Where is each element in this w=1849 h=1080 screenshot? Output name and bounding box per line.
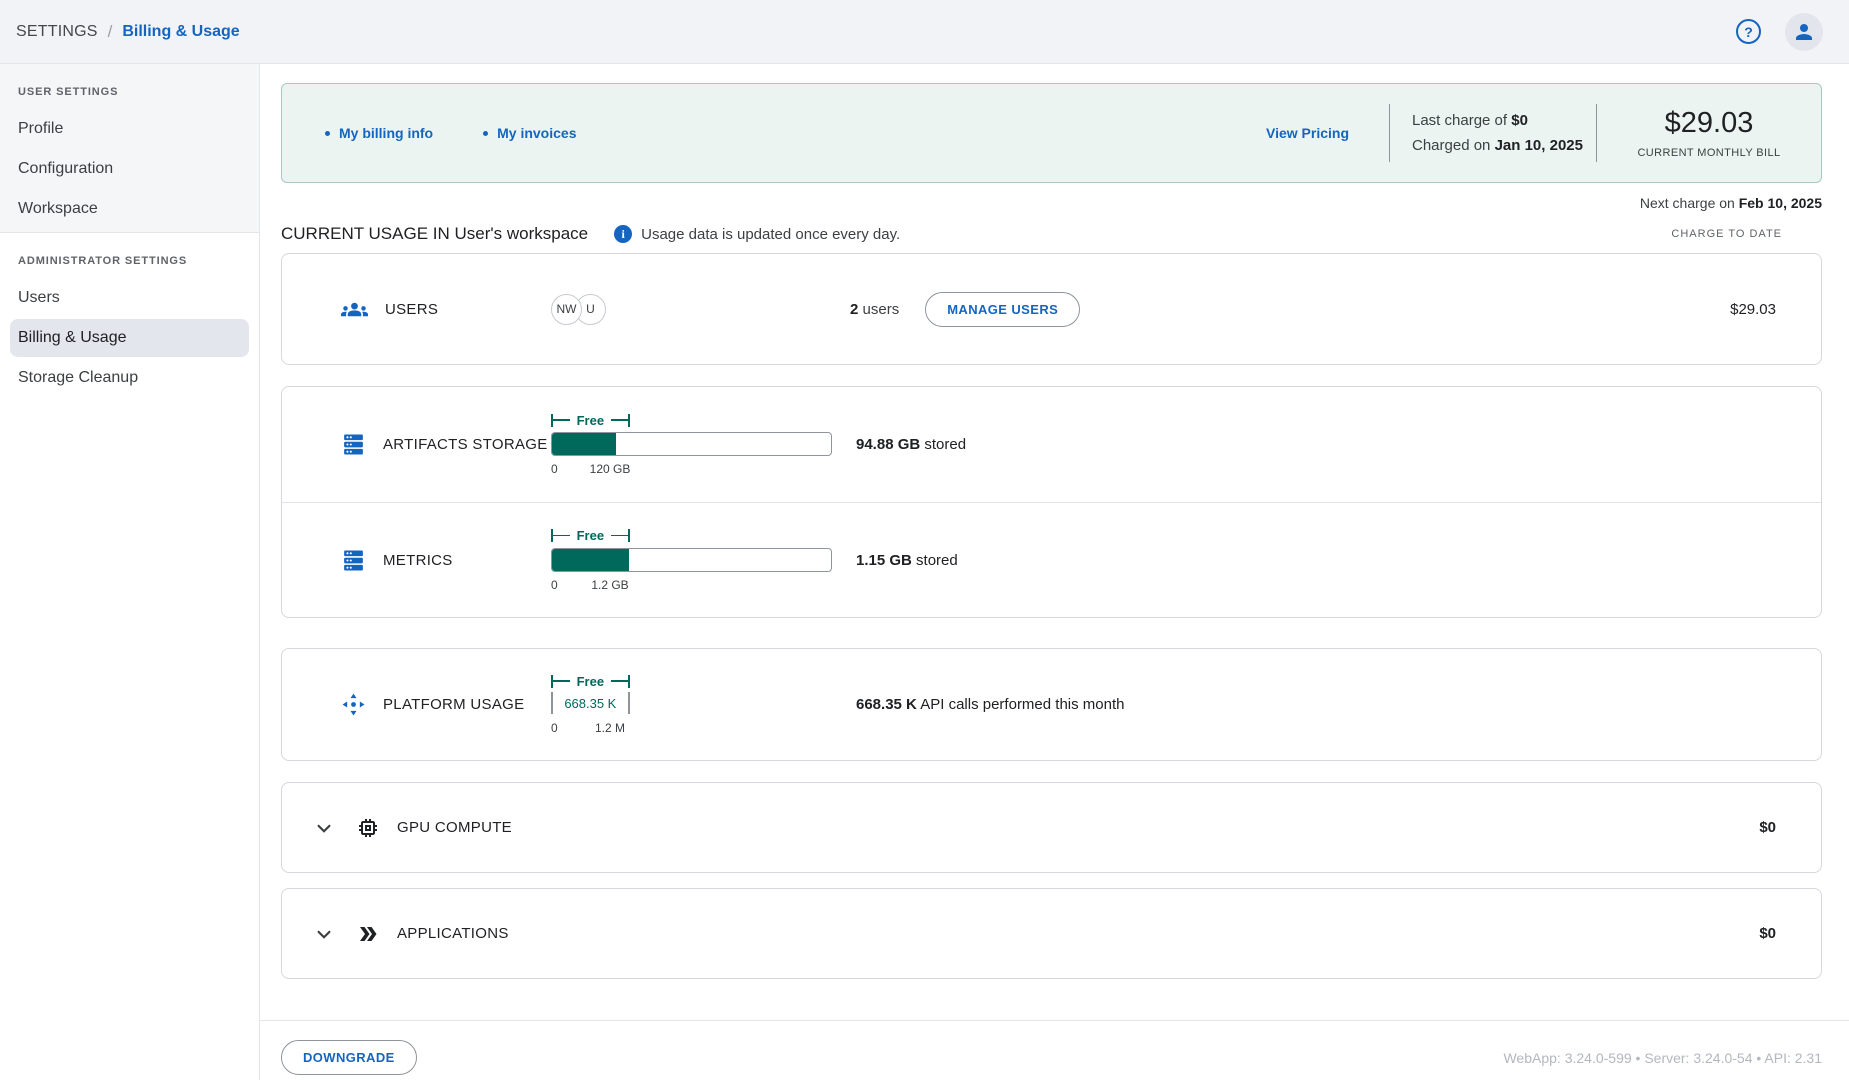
administrator-settings-header: ADMINISTRATOR SETTINGS xyxy=(10,243,249,277)
sidebar-item-workspace[interactable]: Workspace xyxy=(10,190,249,228)
applications-label: APPLICATIONS xyxy=(397,925,509,942)
breadcrumb-settings[interactable]: SETTINGS xyxy=(16,23,98,41)
sidebar-item-configuration[interactable]: Configuration xyxy=(10,150,249,188)
artifacts-storage-label: ARTIFACTS STORAGE xyxy=(383,436,548,453)
metrics-label: METRICS xyxy=(383,552,453,569)
metrics-progress-bar xyxy=(551,548,832,572)
platform-progress: Free 668.35 K 0 1.2 M xyxy=(551,673,832,736)
metrics-stored-value: 1.15 GB stored xyxy=(856,552,958,569)
current-monthly-bill: $29.03 CURRENT MONTHLY BILL xyxy=(1597,107,1821,159)
view-pricing-link[interactable]: View Pricing xyxy=(1266,125,1349,141)
free-tier-bracket: Free xyxy=(551,412,630,428)
next-charge-text: Next charge on Feb 10, 2025 xyxy=(281,195,1822,211)
bullet-icon xyxy=(325,131,330,136)
platform-usage-icon xyxy=(341,692,366,717)
artifacts-storage-row: ARTIFACTS STORAGE Free 0 120 GB xyxy=(282,387,1821,502)
chevron-down-icon[interactable] xyxy=(311,815,337,841)
sidebar-item-billing-usage[interactable]: Billing & Usage xyxy=(10,319,249,357)
top-bar: SETTINGS / Billing & Usage ? xyxy=(0,0,1849,64)
storage-usage-card: ARTIFACTS STORAGE Free 0 120 GB xyxy=(281,386,1822,618)
my-billing-info-link[interactable]: My billing info xyxy=(325,125,433,141)
gpu-compute-charge: $0 xyxy=(1759,819,1821,836)
usage-info-text: Usage data is updated once every day. xyxy=(641,226,900,243)
downgrade-button[interactable]: DOWNGRADE xyxy=(281,1040,417,1075)
breadcrumb-separator: / xyxy=(108,22,113,42)
artifacts-progress-bar xyxy=(551,432,832,456)
help-icon[interactable]: ? xyxy=(1736,19,1761,44)
page-footer: DOWNGRADE WebApp: 3.24.0-599 • Server: 3… xyxy=(260,1020,1849,1075)
breadcrumb: SETTINGS / Billing & Usage xyxy=(16,22,240,42)
settings-sidebar: USER SETTINGS Profile Configuration Work… xyxy=(0,64,260,1080)
user-avatar-button[interactable] xyxy=(1785,13,1823,51)
avatar-chip: NW xyxy=(551,294,582,325)
tick-zero: 0 xyxy=(551,721,558,735)
tick-max: 1.2 GB xyxy=(591,578,628,592)
last-charge-info: Last charge of $0 Charged on Jan 10, 202… xyxy=(1390,108,1596,158)
users-usage-card: USERS NW U 2 users MANAGE USERS $29.03 xyxy=(281,253,1822,365)
applications-icon xyxy=(356,922,380,946)
users-icon xyxy=(341,296,368,323)
artifacts-stored-value: 94.88 GB stored xyxy=(856,436,966,453)
metrics-row: METRICS Free 0 1.2 GB xyxy=(282,502,1821,617)
billing-banner: My billing info My invoices View Pricing… xyxy=(281,83,1822,183)
tick-zero: 0 xyxy=(551,578,558,592)
breadcrumb-current-page: Billing & Usage xyxy=(122,23,239,41)
storage-icon xyxy=(341,548,366,573)
tick-zero: 0 xyxy=(551,462,558,476)
sidebar-item-profile[interactable]: Profile xyxy=(10,110,249,148)
charge-to-date-header: CHARGE TO DATE xyxy=(1671,228,1822,240)
platform-current-value: 668.35 K xyxy=(551,691,630,715)
gpu-compute-label: GPU COMPUTE xyxy=(397,819,512,836)
user-avatars: NW U xyxy=(551,294,606,325)
applications-charge: $0 xyxy=(1759,925,1821,942)
chevron-down-icon[interactable] xyxy=(311,921,337,947)
api-calls-value: 668.35 K API calls performed this month xyxy=(856,696,1124,713)
applications-card: APPLICATIONS $0 xyxy=(281,888,1822,979)
free-tier-bracket: Free xyxy=(551,673,630,689)
bill-caption: CURRENT MONTHLY BILL xyxy=(1597,147,1821,159)
users-charge: $29.03 xyxy=(1730,301,1821,318)
version-info: WebApp: 3.24.0-599 • Server: 3.24.0-54 •… xyxy=(1503,1050,1822,1066)
free-tier-bracket: Free xyxy=(551,528,630,544)
platform-usage-label: PLATFORM USAGE xyxy=(383,696,524,713)
current-usage-title: CURRENT USAGE IN User's workspace xyxy=(281,224,588,244)
users-row-label: USERS xyxy=(385,301,438,318)
storage-icon xyxy=(341,432,366,457)
platform-usage-card: PLATFORM USAGE Free 668.35 K 0 1.2 M xyxy=(281,648,1822,761)
manage-users-button[interactable]: MANAGE USERS xyxy=(925,292,1080,327)
gpu-compute-card: GPU COMPUTE $0 xyxy=(281,782,1822,873)
user-settings-header: USER SETTINGS xyxy=(10,74,249,108)
tick-max: 1.2 M xyxy=(595,721,625,735)
sidebar-item-users[interactable]: Users xyxy=(10,279,249,317)
sidebar-item-storage-cleanup[interactable]: Storage Cleanup xyxy=(10,359,249,397)
tick-max: 120 GB xyxy=(590,462,631,476)
info-icon: i xyxy=(614,225,632,243)
my-invoices-link[interactable]: My invoices xyxy=(483,125,576,141)
person-icon xyxy=(1792,20,1816,44)
bill-amount: $29.03 xyxy=(1597,107,1821,140)
gpu-chip-icon xyxy=(356,816,380,840)
bullet-icon xyxy=(483,131,488,136)
artifacts-progress: Free 0 120 GB xyxy=(551,412,832,477)
user-count: 2 users xyxy=(850,301,899,318)
billing-main-content: My billing info My invoices View Pricing… xyxy=(260,64,1849,1080)
metrics-progress: Free 0 1.2 GB xyxy=(551,528,832,593)
